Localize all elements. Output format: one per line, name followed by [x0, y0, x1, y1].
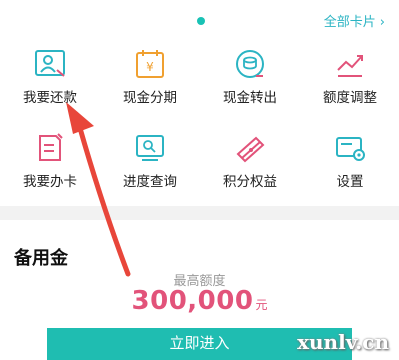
gear-card-icon [336, 137, 365, 161]
menu-item-apply-card[interactable]: 我要办卡 [0, 122, 100, 202]
menu-item-settings[interactable]: 设置 [300, 122, 399, 202]
id-card-icon [35, 50, 65, 77]
yuan-calendar-icon: ¥ [136, 50, 164, 78]
all-cards-link[interactable]: 全部卡片 › [324, 11, 385, 30]
limit-unit: 元 [255, 298, 268, 312]
chevron-right-icon: › [379, 15, 385, 30]
menu-item-label: 积分权益 [223, 174, 277, 190]
menu-item-label: 额度调整 [323, 90, 377, 106]
edit-document-icon [39, 133, 63, 161]
menu-item-points-rights[interactable]: 积分权益 [200, 122, 300, 202]
points-card-icon [236, 136, 265, 163]
limit-amount: 300,000 [131, 286, 254, 316]
menu-item-label: 现金转出 [223, 90, 277, 106]
top-bar: 全部卡片 › [0, 0, 399, 38]
menu-item-label: 进度查询 [123, 174, 177, 190]
menu-item-cash-installment[interactable]: ¥ 现金分期 [100, 38, 200, 118]
service-grid: 我要还款 ¥ 现金分期 现金转出 额度调整 我要办卡 进度查询 积分权益 设置 [0, 38, 399, 206]
limit-value: 300,000 元 [0, 286, 399, 316]
card-title: 备用金 [14, 248, 68, 269]
page-indicator-dot [197, 17, 205, 25]
menu-item-label: 设置 [336, 174, 364, 190]
menu-item-progress-query[interactable]: 进度查询 [100, 122, 200, 202]
menu-item-limit-adjust[interactable]: 额度调整 [300, 38, 399, 118]
menu-item-label: 现金分期 [123, 90, 177, 106]
coin-transfer-icon [236, 50, 264, 78]
watermark: xunlv.cn [297, 330, 389, 354]
trend-chart-icon [337, 55, 363, 77]
menu-item-label: 我要还款 [23, 90, 77, 106]
section-divider [0, 206, 399, 220]
all-cards-label: 全部卡片 [323, 15, 376, 30]
svg-text:¥: ¥ [146, 60, 154, 74]
search-screen-icon [136, 135, 164, 161]
menu-item-repay[interactable]: 我要还款 [0, 38, 100, 118]
menu-item-cash-transfer[interactable]: 现金转出 [200, 38, 300, 118]
menu-item-label: 我要办卡 [23, 174, 77, 190]
